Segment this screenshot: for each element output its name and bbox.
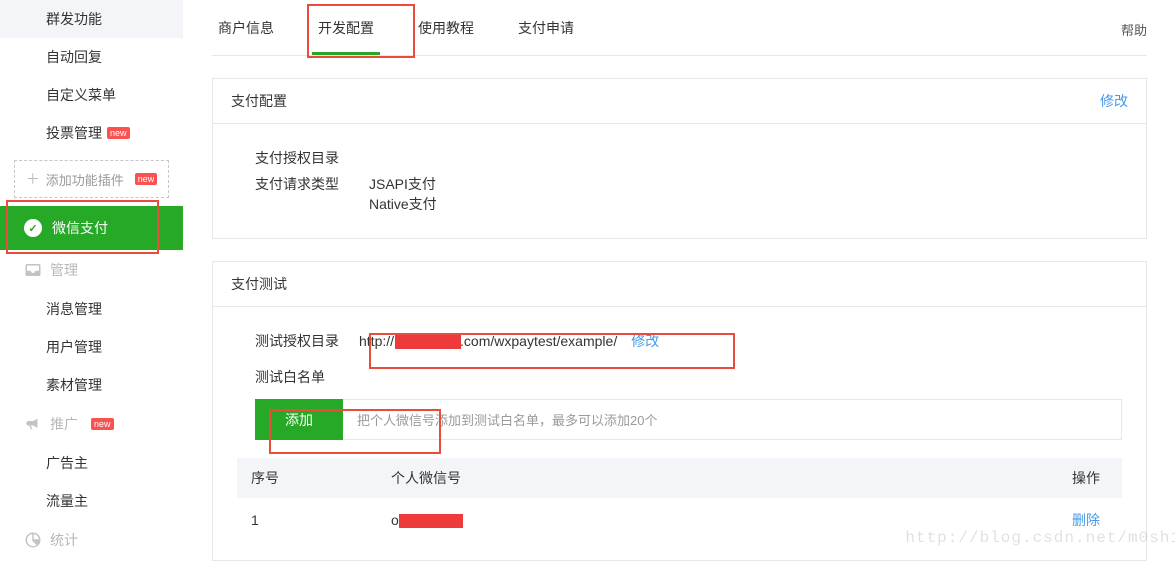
sidebar-item-wechat-pay[interactable]: ✓ 微信支付	[0, 206, 183, 250]
url-suffix: .com/wxpaytest/example/	[460, 333, 617, 349]
tab-label: 商户信息	[218, 20, 274, 36]
tabs: 商户信息 开发配置 使用教程 支付申请	[212, 0, 1147, 56]
redacted-wxid	[399, 514, 463, 528]
edit-test-url[interactable]: 修改	[631, 331, 659, 351]
req-type-native: Native支付	[369, 194, 437, 214]
sidebar-item-label: 流量主	[46, 491, 88, 511]
tab-usage-guide[interactable]: 使用教程	[412, 0, 480, 55]
sidebar-group-stats[interactable]: 统计	[0, 520, 183, 560]
tab-dev-config[interactable]: 开发配置	[312, 0, 380, 55]
plus-icon: ＋	[26, 169, 40, 189]
inbox-icon	[24, 261, 42, 279]
table-header-row: 序号 个人微信号 操作	[237, 458, 1122, 498]
sidebar-group-promote[interactable]: 推广 new	[0, 404, 183, 444]
sidebar: 群发功能 自动回复 自定义菜单 投票管理 new ＋ 添加功能插件 new ✓ …	[0, 0, 184, 561]
whitelist-table: 序号 个人微信号 操作 1 o	[237, 458, 1122, 542]
col-header-op: 操作	[831, 458, 1122, 498]
sidebar-add-plugin[interactable]: ＋ 添加功能插件 new	[14, 160, 169, 198]
sidebar-group-manage[interactable]: 管理	[0, 250, 183, 290]
panel-header: 支付测试	[213, 262, 1146, 307]
wechat-pay-icon: ✓	[24, 219, 42, 237]
tab-pay-apply[interactable]: 支付申请	[512, 0, 580, 55]
sidebar-item-label: 群发功能	[46, 9, 102, 29]
cell-op: 删除	[831, 498, 1122, 542]
tab-label: 使用教程	[418, 20, 474, 36]
sidebar-item-message-manage[interactable]: 消息管理	[0, 290, 183, 328]
panel-title: 支付测试	[231, 274, 287, 294]
sidebar-item-user-manage[interactable]: 用户管理	[0, 328, 183, 366]
tab-label: 开发配置	[318, 20, 374, 36]
add-button[interactable]: 添加	[255, 399, 343, 440]
sidebar-item-label: 素材管理	[46, 375, 102, 395]
delete-link[interactable]: 删除	[1072, 512, 1100, 528]
whitelist-label: 测试白名单	[255, 367, 325, 387]
new-badge: new	[91, 418, 114, 430]
cell-wxid: o	[377, 498, 831, 542]
test-url-text: http:// .com/wxpaytest/example/	[359, 333, 617, 349]
sidebar-group-label: 推广	[50, 414, 78, 434]
sidebar-item-label: 自动回复	[46, 47, 102, 67]
field-label-auth-dir: 支付授权目录	[255, 148, 345, 168]
add-hint: 把个人微信号添加到测试白名单，最多可以添加20个	[343, 399, 1122, 440]
panel-body: 测试授权目录 http:// .com/wxpaytest/example/ 修改…	[213, 307, 1146, 560]
chart-pie-icon	[24, 531, 42, 549]
new-badge: new	[135, 173, 158, 185]
sidebar-item-auto-reply[interactable]: 自动回复	[0, 38, 183, 76]
col-header-seq: 序号	[237, 458, 377, 498]
sidebar-item-material-manage[interactable]: 素材管理	[0, 366, 183, 404]
sidebar-group-label: 统计	[50, 530, 78, 550]
col-header-wxid: 个人微信号	[377, 458, 831, 498]
panel-header: 支付配置 修改	[213, 79, 1146, 124]
sidebar-group-label: 管理	[50, 260, 78, 280]
wxid-prefix: o	[391, 512, 399, 528]
sidebar-item-label: 消息管理	[46, 299, 102, 319]
field-value-test-dir: http:// .com/wxpaytest/example/	[359, 333, 617, 349]
panel-pay-config: 支付配置 修改 支付授权目录 支付请求类型 JSAPI支付 Native支付	[212, 78, 1147, 239]
field-value-req-type: JSAPI支付 Native支付	[369, 174, 437, 214]
main-content: 商户信息 开发配置 使用教程 支付申请 帮助 支付配置 修改	[184, 0, 1175, 561]
megaphone-icon	[24, 415, 42, 433]
url-prefix: http://	[359, 333, 394, 349]
sidebar-item-label: 投票管理	[46, 123, 102, 143]
sidebar-item-mass-send[interactable]: 群发功能	[0, 0, 183, 38]
sidebar-item-label: 自定义菜单	[46, 85, 116, 105]
panel-body: 支付授权目录 支付请求类型 JSAPI支付 Native支付	[213, 124, 1146, 238]
sidebar-item-label: 微信支付	[52, 218, 108, 238]
help-label: 帮助	[1121, 23, 1147, 38]
req-type-jsapi: JSAPI支付	[369, 174, 437, 194]
new-badge: new	[107, 127, 130, 139]
panel-title: 支付配置	[231, 91, 287, 111]
field-label-req-type: 支付请求类型	[255, 174, 345, 194]
table-row: 1 o 删除	[237, 498, 1122, 542]
sidebar-item-traffic-owner[interactable]: 流量主	[0, 482, 183, 520]
sidebar-item-custom-menu[interactable]: 自定义菜单	[0, 76, 183, 114]
sidebar-item-vote-manage[interactable]: 投票管理 new	[0, 114, 183, 152]
tab-merchant-info[interactable]: 商户信息	[212, 0, 280, 55]
sidebar-item-label: 用户管理	[46, 337, 102, 357]
sidebar-add-label: 添加功能插件	[46, 170, 124, 189]
sidebar-item-label: 广告主	[46, 453, 88, 473]
redacted-domain	[395, 335, 461, 349]
tab-label: 支付申请	[518, 20, 574, 36]
cell-seq: 1	[237, 498, 377, 542]
field-label-test-dir: 测试授权目录	[255, 331, 345, 351]
panel-pay-test: 支付测试 测试授权目录 http:// .com/wxpaytest/exampl…	[212, 261, 1147, 561]
help-link[interactable]: 帮助	[1121, 20, 1147, 39]
edit-link[interactable]: 修改	[1100, 91, 1128, 111]
sidebar-item-advertiser[interactable]: 广告主	[0, 444, 183, 482]
